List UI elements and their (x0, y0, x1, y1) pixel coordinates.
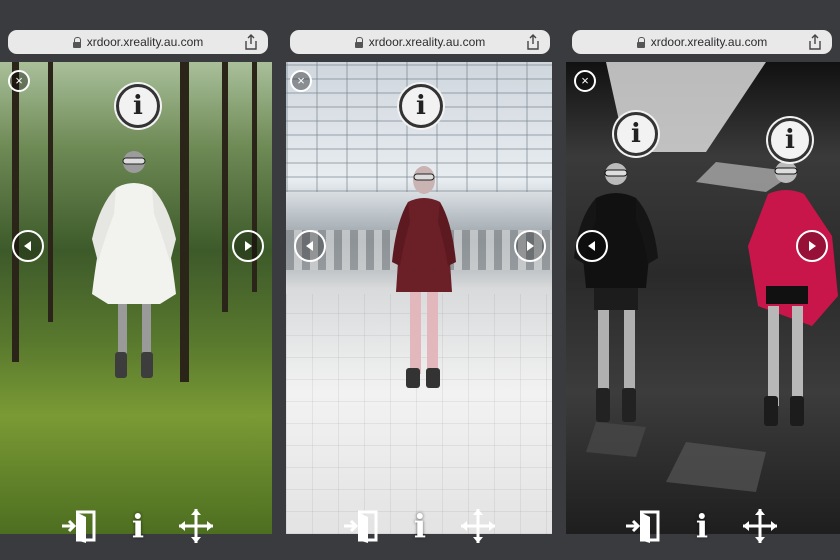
info-icon: i (413, 507, 427, 545)
close-icon[interactable]: × (290, 70, 312, 92)
address-bar[interactable]: xrdoor.xreality.au.com (8, 30, 268, 54)
info-button[interactable]: i (400, 506, 440, 546)
chevron-right-icon (809, 241, 816, 251)
address-bar[interactable]: xrdoor.xreality.au.com (572, 30, 832, 54)
move-arrows-icon[interactable] (458, 506, 498, 546)
tree-trunk (180, 62, 189, 382)
lock-icon (636, 36, 646, 48)
info-icon: i (695, 507, 709, 545)
info-hotspot-icon[interactable]: i (399, 84, 443, 128)
previous-arrow-button[interactable] (576, 230, 608, 262)
lock-icon (354, 36, 364, 48)
info-button[interactable]: i (118, 506, 158, 546)
exit-door-icon[interactable] (342, 506, 382, 546)
chevron-left-icon (24, 241, 31, 251)
screens-container: xrdoor.xreality.au.com × i i xrdoor.xrea… (0, 0, 840, 560)
exit-door-icon[interactable] (624, 506, 664, 546)
next-arrow-button[interactable] (514, 230, 546, 262)
chevron-left-icon (306, 241, 313, 251)
avatar-model-black-outfit[interactable] (570, 158, 662, 438)
close-icon[interactable]: × (574, 70, 596, 92)
bottom-toolbar: i (0, 506, 282, 546)
tree-trunk (12, 62, 19, 362)
info-icon: i (131, 507, 145, 545)
avatar-model-white-dress[interactable] (88, 144, 180, 394)
share-icon[interactable] (808, 34, 822, 50)
tree-trunk (222, 62, 228, 312)
close-icon[interactable]: × (8, 70, 30, 92)
lock-icon (72, 36, 82, 48)
share-icon[interactable] (526, 34, 540, 50)
phone-screen-glass-hall: xrdoor.xreality.au.com × i i (282, 0, 564, 560)
url-text: xrdoor.xreality.au.com (86, 35, 204, 49)
move-arrows-icon[interactable] (740, 506, 780, 546)
phone-screen-dark-room: xrdoor.xreality.au.com × i i i (564, 0, 840, 560)
next-arrow-button[interactable] (796, 230, 828, 262)
avatar-model-burgundy-suit[interactable] (384, 162, 464, 402)
info-hotspot-icon[interactable]: i (768, 118, 812, 162)
move-arrows-icon[interactable] (176, 506, 216, 546)
next-arrow-button[interactable] (232, 230, 264, 262)
info-button[interactable]: i (682, 506, 722, 546)
address-bar[interactable]: xrdoor.xreality.au.com (290, 30, 550, 54)
exit-door-icon[interactable] (60, 506, 100, 546)
previous-arrow-button[interactable] (294, 230, 326, 262)
ar-scene-view[interactable] (286, 62, 552, 534)
info-hotspot-icon[interactable]: i (116, 84, 160, 128)
tree-trunk (48, 62, 53, 322)
phone-screen-forest: xrdoor.xreality.au.com × i i (0, 0, 282, 560)
chevron-right-icon (245, 241, 252, 251)
url-text: xrdoor.xreality.au.com (650, 35, 768, 49)
previous-arrow-button[interactable] (12, 230, 44, 262)
ar-scene-view[interactable] (0, 62, 272, 534)
avatar-model-red-top[interactable] (742, 156, 840, 446)
chevron-left-icon (588, 241, 595, 251)
bottom-toolbar: i (282, 506, 564, 546)
bottom-toolbar: i (564, 506, 840, 546)
chevron-right-icon (527, 241, 534, 251)
info-hotspot-icon[interactable]: i (614, 112, 658, 156)
share-icon[interactable] (244, 34, 258, 50)
url-text: xrdoor.xreality.au.com (368, 35, 486, 49)
